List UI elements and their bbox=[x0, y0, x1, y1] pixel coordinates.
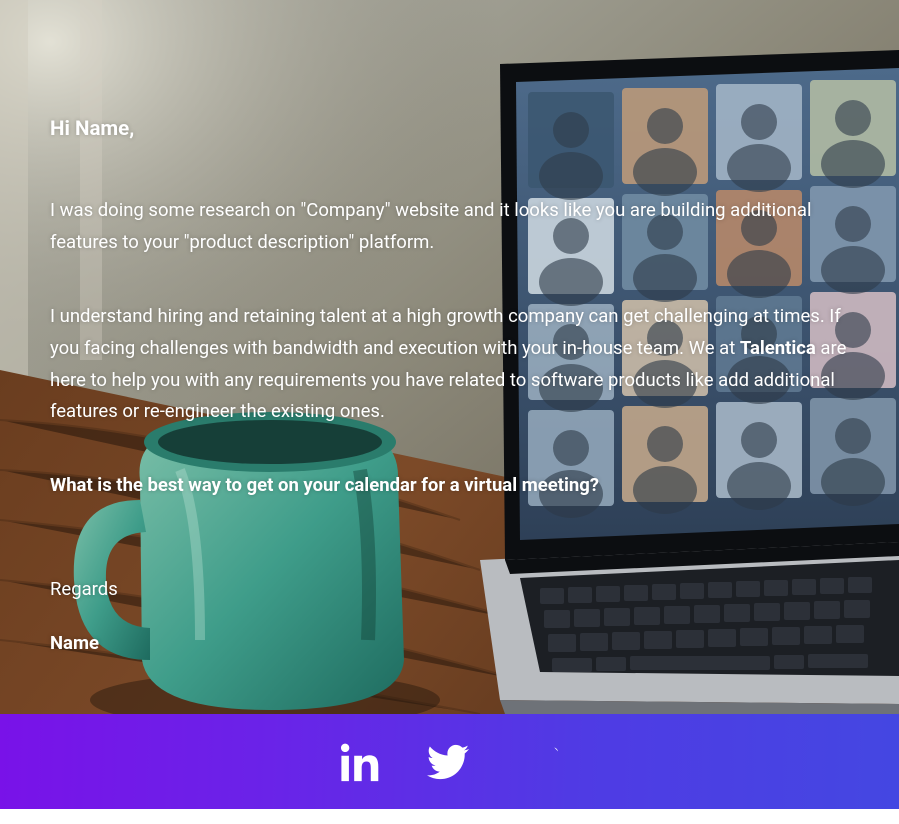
regards-text: Regards bbox=[50, 574, 849, 606]
signature-name: Name bbox=[50, 628, 849, 660]
greeting-text: Hi Name, bbox=[50, 112, 849, 147]
paragraph-2: I understand hiring and retaining talent… bbox=[50, 301, 849, 428]
brand-name: Talentica bbox=[740, 337, 816, 359]
youtube-icon bbox=[515, 740, 559, 784]
twitter-link[interactable] bbox=[427, 741, 469, 783]
email-body: Hi Name, I was doing some research on "C… bbox=[0, 0, 899, 714]
social-footer bbox=[0, 714, 899, 809]
linkedin-icon bbox=[341, 742, 381, 782]
paragraph-1: I was doing some research on "Company" w… bbox=[50, 195, 849, 259]
cta-question: What is the best way to get on your cale… bbox=[50, 470, 849, 502]
youtube-link[interactable] bbox=[515, 740, 559, 784]
paragraph-2-pre: I understand hiring and retaining talent… bbox=[50, 305, 841, 359]
linkedin-link[interactable] bbox=[341, 742, 381, 782]
hero-section: Hi Name, I was doing some research on "C… bbox=[0, 0, 899, 714]
twitter-icon bbox=[427, 741, 469, 783]
